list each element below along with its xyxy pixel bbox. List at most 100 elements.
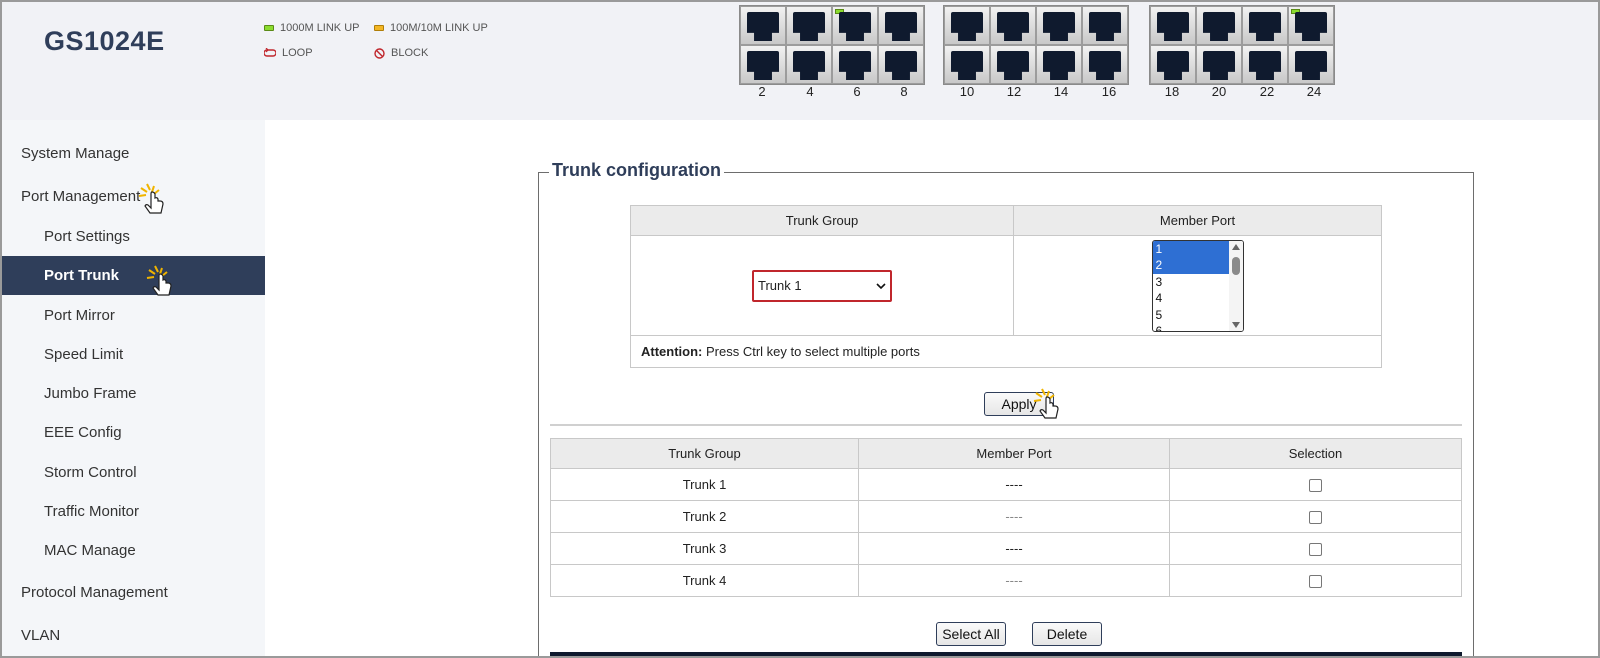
- port-icon[interactable]: [832, 6, 878, 45]
- port-icon[interactable]: [786, 6, 832, 45]
- device-model: GS1024E: [44, 26, 165, 56]
- port-icon[interactable]: [1242, 6, 1288, 45]
- trunk-group-cell: Trunk 2: [550, 500, 859, 533]
- sidebar-item-eee-config[interactable]: EEE Config: [2, 413, 265, 452]
- member-port-listbox[interactable]: 1 2 3 4 5 6: [1151, 239, 1244, 332]
- sidebar-item-traffic-monitor[interactable]: Traffic Monitor: [2, 492, 265, 531]
- click-cursor-icon: [146, 265, 172, 296]
- row-checkbox[interactable]: [1309, 543, 1322, 557]
- port-icon[interactable]: [1288, 6, 1334, 45]
- trunk-config-table: Trunk Group Member Port Trunk 1 1 2 3 4 …: [630, 205, 1382, 368]
- port-group-3: [1149, 5, 1335, 85]
- legend-1000m-label: 1000M LINK UP: [280, 22, 360, 34]
- port-option[interactable]: 6: [1153, 323, 1229, 331]
- legend-100m-label: 100M/10M LINK UP: [390, 22, 488, 34]
- attention-text: Press Ctrl key to select multiple ports: [702, 344, 920, 359]
- port-group-1: [739, 5, 925, 85]
- port-icon[interactable]: [1082, 6, 1128, 45]
- table-row: Trunk 1 ----: [550, 468, 1462, 501]
- trunk-group-cell: Trunk 4: [550, 564, 859, 597]
- port-icon[interactable]: [990, 45, 1036, 84]
- port-number: 6: [853, 84, 861, 99]
- section-divider: [550, 424, 1462, 426]
- selection-cell: [1169, 532, 1462, 565]
- port-icon[interactable]: [1196, 6, 1242, 45]
- trunk-group-cell: Trunk 1: [550, 468, 859, 501]
- scrollbar-thumb[interactable]: [1231, 256, 1240, 275]
- port-option[interactable]: 1: [1152, 240, 1229, 257]
- footer-bar: [550, 652, 1462, 656]
- col-trunk-group: Trunk Group: [630, 205, 1014, 236]
- block-icon: [374, 47, 385, 59]
- port-icon[interactable]: [1036, 6, 1082, 45]
- port-icon[interactable]: [832, 45, 878, 84]
- col-member-port: Member Port: [1013, 205, 1382, 236]
- port-icon[interactable]: [1150, 6, 1196, 45]
- selection-cell: [1169, 468, 1462, 501]
- port-icon[interactable]: [1082, 45, 1128, 84]
- app-frame: GS1024E 1000M LINK UP 100M/10M LINK UP L…: [0, 0, 1600, 658]
- scroll-up-icon[interactable]: [1231, 243, 1240, 250]
- port-icon[interactable]: [878, 45, 924, 84]
- member-port-cell: 1 2 3 4 5 6: [1013, 235, 1382, 336]
- scroll-down-icon[interactable]: [1231, 321, 1240, 328]
- click-cursor-icon: [138, 183, 164, 214]
- table-row: Trunk 4 ----: [550, 564, 1462, 597]
- green-led-icon: [264, 25, 274, 31]
- select-all-button[interactable]: Select All: [936, 622, 1006, 646]
- port-icon[interactable]: [1288, 45, 1334, 84]
- port-icon[interactable]: [944, 45, 990, 84]
- table-row: Trunk 3 ----: [550, 532, 1462, 565]
- section-title: Trunk configuration: [549, 160, 724, 181]
- port-icon[interactable]: [740, 45, 786, 84]
- sidebar-item-protocol-management[interactable]: Protocol Management: [2, 573, 265, 612]
- port-icon[interactable]: [878, 6, 924, 45]
- row-checkbox[interactable]: [1309, 479, 1322, 493]
- port-option[interactable]: 2: [1152, 257, 1229, 274]
- sidebar-item-storm-control[interactable]: Storm Control: [2, 453, 265, 492]
- port-icon[interactable]: [1242, 45, 1288, 84]
- port-option[interactable]: 3: [1153, 274, 1229, 291]
- listbox-scrollbar[interactable]: [1228, 240, 1243, 331]
- port-number: 16: [1101, 84, 1117, 99]
- sidebar-item-mac-manage[interactable]: MAC Manage: [2, 531, 265, 570]
- port-icon[interactable]: [1150, 45, 1196, 84]
- sidebar-item-vlan[interactable]: VLAN: [2, 616, 265, 655]
- sidebar-item-speed-limit[interactable]: Speed Limit: [2, 335, 265, 374]
- legend-100m: 100M/10M LINK UP: [374, 22, 488, 34]
- port-icon[interactable]: [740, 6, 786, 45]
- port-icon[interactable]: [944, 6, 990, 45]
- sidebar-item-port-management[interactable]: Port Management: [2, 177, 265, 216]
- port-icon[interactable]: [1196, 45, 1242, 84]
- click-cursor-icon: [1033, 388, 1059, 419]
- attention-note: Attention: Press Ctrl key to select mult…: [630, 335, 1382, 368]
- member-port-cell: ----: [858, 500, 1170, 533]
- port-number: 10: [959, 84, 975, 99]
- port-option[interactable]: 5: [1153, 307, 1229, 324]
- delete-button[interactable]: Delete: [1032, 622, 1102, 646]
- port-icon[interactable]: [786, 45, 832, 84]
- sidebar-item-jumbo-frame[interactable]: Jumbo Frame: [2, 374, 265, 413]
- sidebar-item-system-manage[interactable]: System Manage: [2, 134, 265, 173]
- sidebar-item-port-settings[interactable]: Port Settings: [2, 217, 265, 256]
- port-icon[interactable]: [990, 6, 1036, 45]
- port-icon[interactable]: [1036, 45, 1082, 84]
- legend-loop-label: LOOP: [282, 47, 313, 59]
- row-checkbox[interactable]: [1309, 575, 1322, 589]
- sidebar: System Manage Port Management Port Setti…: [2, 120, 265, 656]
- trunk-group-select-value: Trunk 1: [758, 278, 802, 293]
- port-number: 14: [1053, 84, 1069, 99]
- col-trunk-group: Trunk Group: [550, 438, 859, 469]
- port-number: 8: [900, 84, 908, 99]
- sidebar-item-port-trunk[interactable]: Port Trunk: [2, 256, 265, 295]
- sidebar-item-port-mirror[interactable]: Port Mirror: [2, 296, 265, 335]
- row-checkbox[interactable]: [1309, 511, 1322, 525]
- legend-1000m: 1000M LINK UP: [264, 22, 359, 34]
- member-port-cell: ----: [858, 532, 1170, 565]
- attention-label: Attention:: [641, 344, 703, 359]
- legend-block: BLOCK: [374, 47, 428, 59]
- port-option[interactable]: 4: [1153, 290, 1229, 307]
- col-selection: Selection: [1169, 438, 1462, 469]
- table-row: Trunk 2 ----: [550, 500, 1462, 533]
- trunk-group-select[interactable]: Trunk 1: [752, 269, 892, 302]
